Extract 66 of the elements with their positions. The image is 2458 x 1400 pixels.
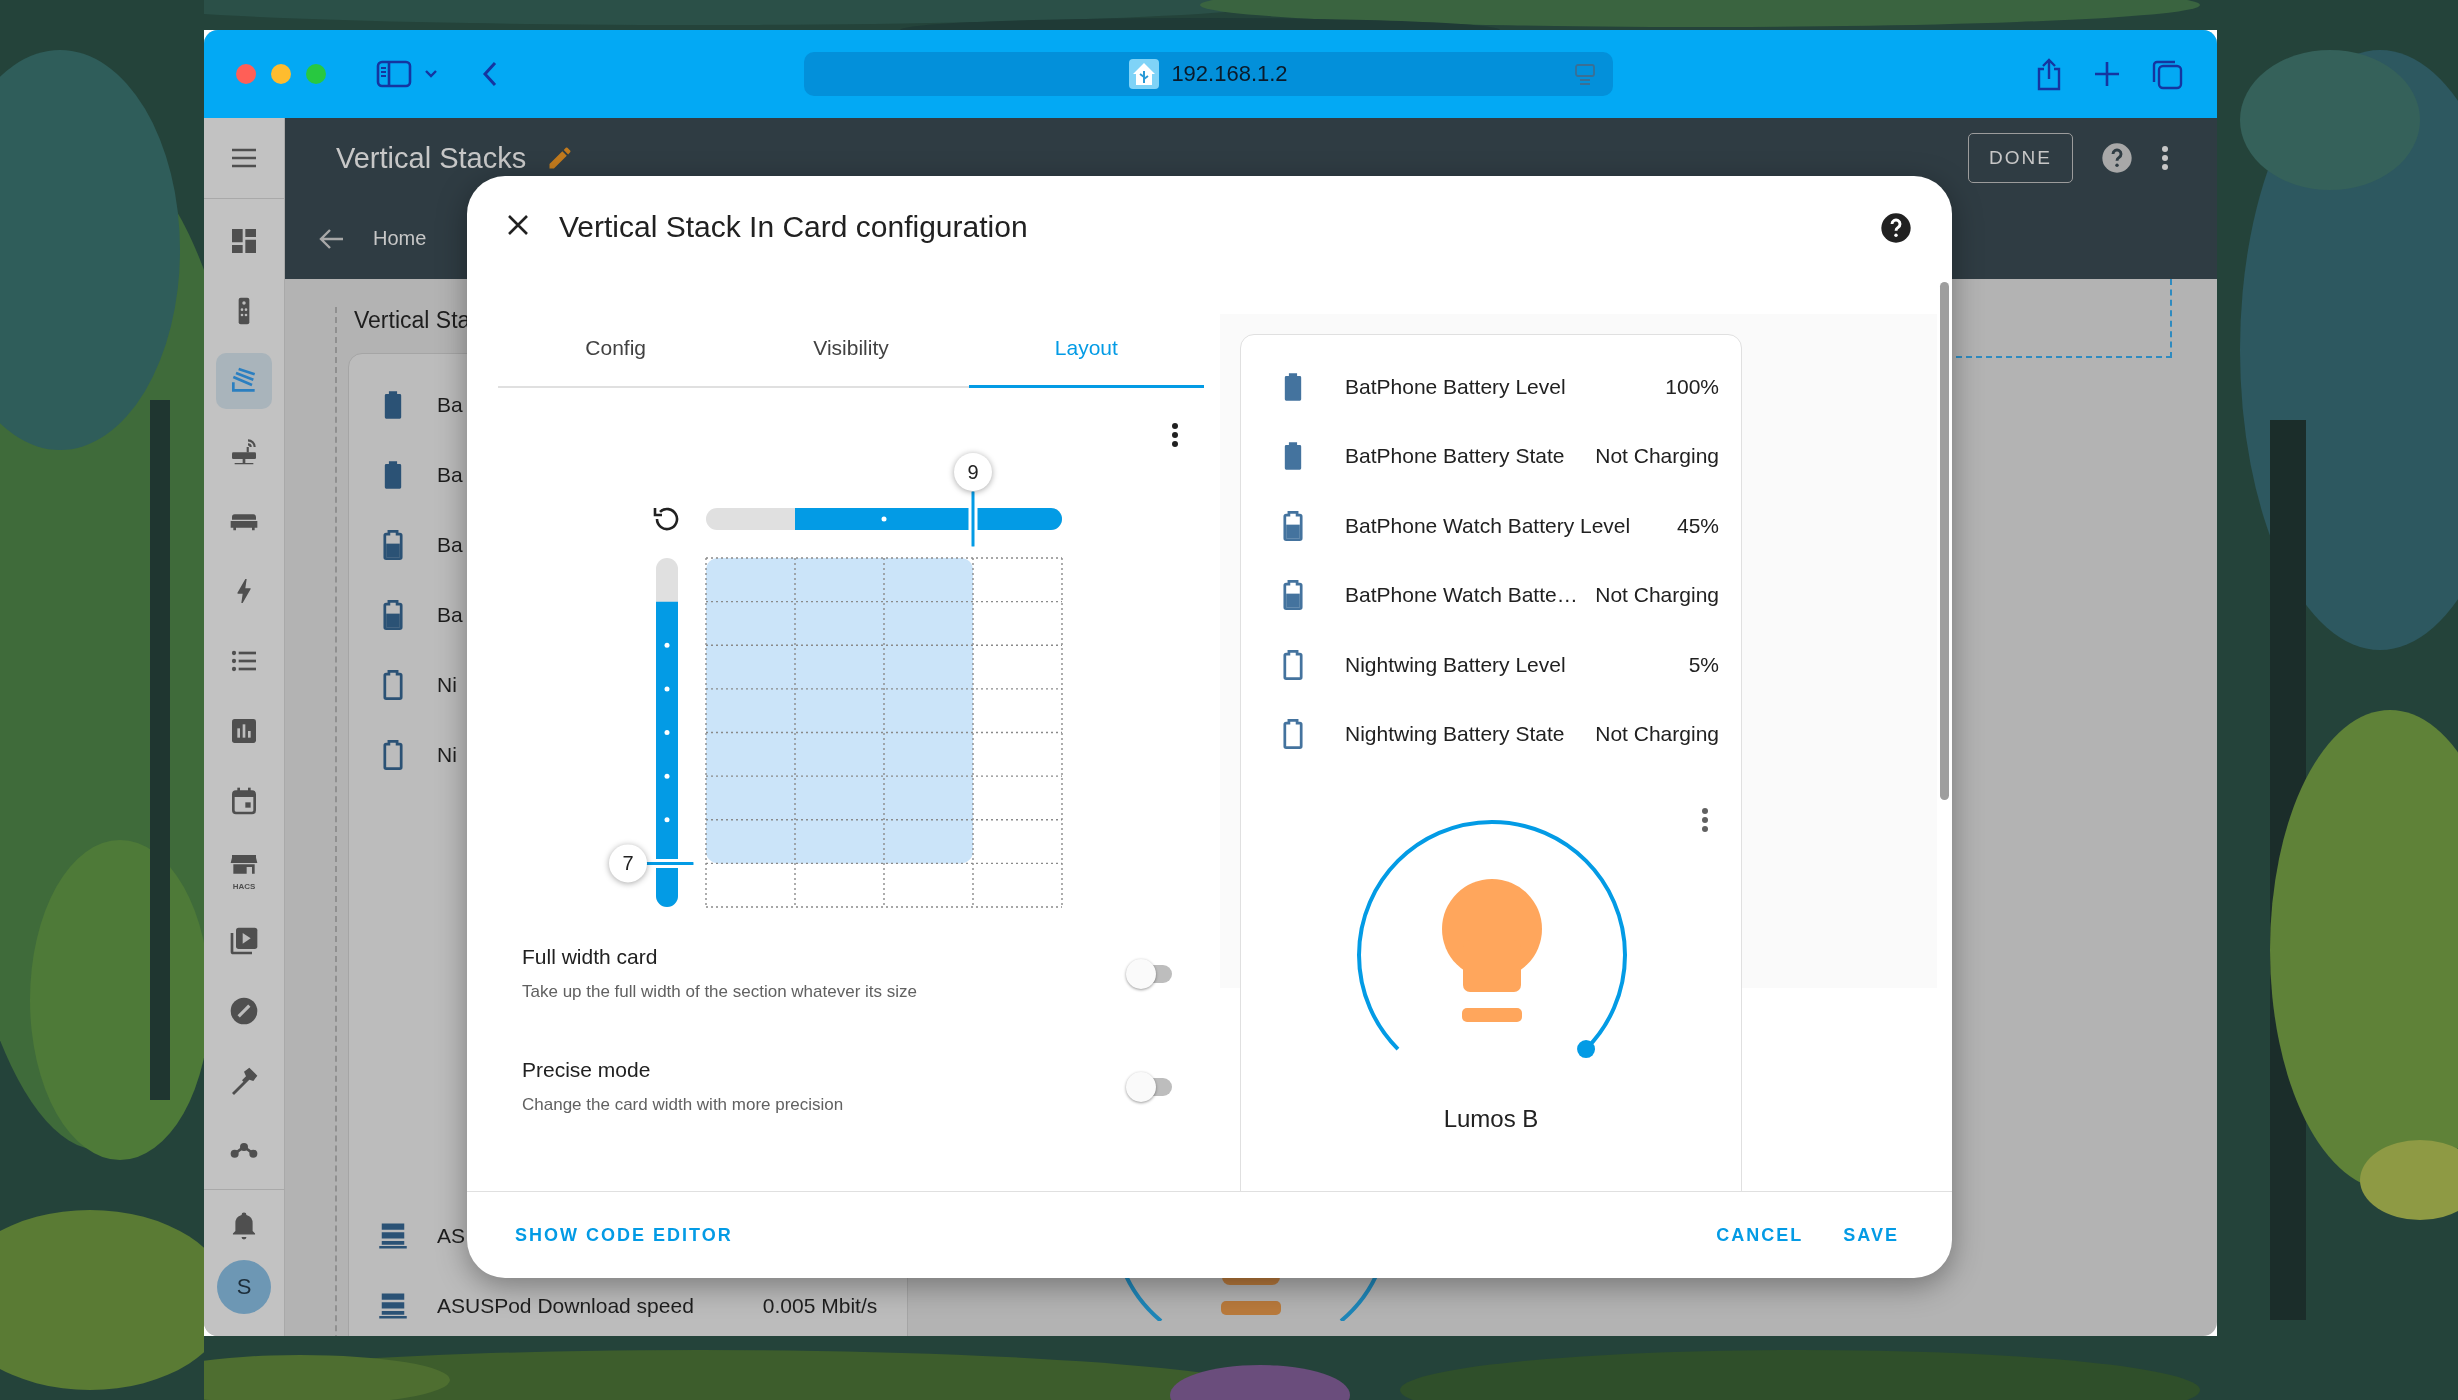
back-arrow-icon[interactable] <box>319 227 345 250</box>
entity-name: BatPhone Watch Batte… <box>1345 583 1578 608</box>
sidebar-item[interactable]: HACS <box>216 843 272 899</box>
entity-state: Not Charging <box>1594 583 1719 608</box>
back-icon[interactable] <box>482 60 498 88</box>
entity-name: Ba <box>437 603 463 627</box>
chevron-down-icon[interactable] <box>424 69 438 79</box>
share-icon[interactable] <box>2035 57 2063 91</box>
more-icon[interactable] <box>1701 807 1709 833</box>
entity-name: Nightwing Battery State <box>1345 722 1565 747</box>
compass-icon <box>228 995 260 1027</box>
close-icon[interactable] <box>507 214 529 236</box>
option-label: Precise mode <box>522 1058 652 1082</box>
dashboard-title: Vertical Stacks <box>336 141 527 175</box>
media-icon <box>228 925 260 957</box>
value-tooltip: 9 <box>954 453 992 491</box>
tab[interactable]: Visibility <box>733 310 969 388</box>
tabs-icon[interactable] <box>2151 58 2183 90</box>
sidebar-item[interactable] <box>216 353 272 409</box>
entity-state: 100% <box>1664 374 1719 399</box>
server-icon <box>378 1221 408 1251</box>
sidebar-toggle-icon[interactable] <box>376 60 412 88</box>
entity-state: Not Charging <box>1594 722 1719 747</box>
entity-name: AS <box>437 1224 465 1248</box>
slider-track[interactable] <box>706 508 1062 530</box>
entity-name: BatPhone Watch Battery Level <box>1345 513 1631 538</box>
entity-name: Ba <box>437 393 463 417</box>
entity-state: Not Charging <box>1594 444 1719 469</box>
tab[interactable]: Config <box>498 310 734 388</box>
server-icon <box>378 1291 408 1321</box>
done-button[interactable]: DONE <box>1968 133 2073 183</box>
tab[interactable]: Layout <box>968 310 1204 388</box>
user-avatar[interactable]: S <box>217 1260 271 1314</box>
entity-name: Nightwing Battery Level <box>1345 652 1566 677</box>
more-icon[interactable] <box>1171 422 1179 448</box>
show-code-editor-button[interactable]: SHOW CODE EDITOR <box>507 1219 741 1252</box>
option-description: Take up the full width of the section whatever its size <box>522 982 918 1002</box>
more-icon[interactable] <box>2161 145 2169 171</box>
entity-name: Ni <box>437 743 457 767</box>
entity-value: 0.005 Mbit/s <box>762 1294 878 1318</box>
breadcrumb-link[interactable]: Home <box>373 227 427 250</box>
option-label: Full width card <box>522 945 659 969</box>
help-icon[interactable] <box>1880 212 1912 244</box>
light-name: Lumos B <box>1443 1105 1539 1132</box>
reset-icon[interactable] <box>653 507 679 531</box>
entity-state: 45% <box>1675 513 1719 538</box>
dialog-title: Vertical Stack In Card configuration <box>559 210 1028 244</box>
brightness-arc[interactable] <box>1357 820 1627 1059</box>
address-field[interactable]: 192.168.1.2 <box>804 52 1613 96</box>
entity-name: Ni <box>437 673 457 697</box>
option-description: Change the card width with more precision <box>522 1095 845 1115</box>
home-logo-icon <box>1129 59 1160 89</box>
entity-name: BatPhone Battery State <box>1345 444 1565 469</box>
cancel-button[interactable]: CANCEL <box>1708 1219 1812 1252</box>
plus-icon[interactable] <box>2093 60 2121 88</box>
entity-state: 5% <box>1687 652 1719 677</box>
entity-name: Ba <box>437 533 463 557</box>
scrollbar[interactable] <box>1940 282 1949 800</box>
save-button[interactable]: SAVE <box>1835 1219 1907 1252</box>
menu-icon[interactable] <box>230 147 258 169</box>
entity-name: ASUSPod Download speed <box>437 1294 694 1318</box>
slider-handle[interactable] <box>968 488 978 550</box>
address-text: 192.168.1.2 <box>1171 61 1288 87</box>
entity-name: Ba <box>437 463 463 487</box>
entity-name: BatPhone Battery Level <box>1345 374 1566 399</box>
icon-label: HACS <box>232 883 256 891</box>
